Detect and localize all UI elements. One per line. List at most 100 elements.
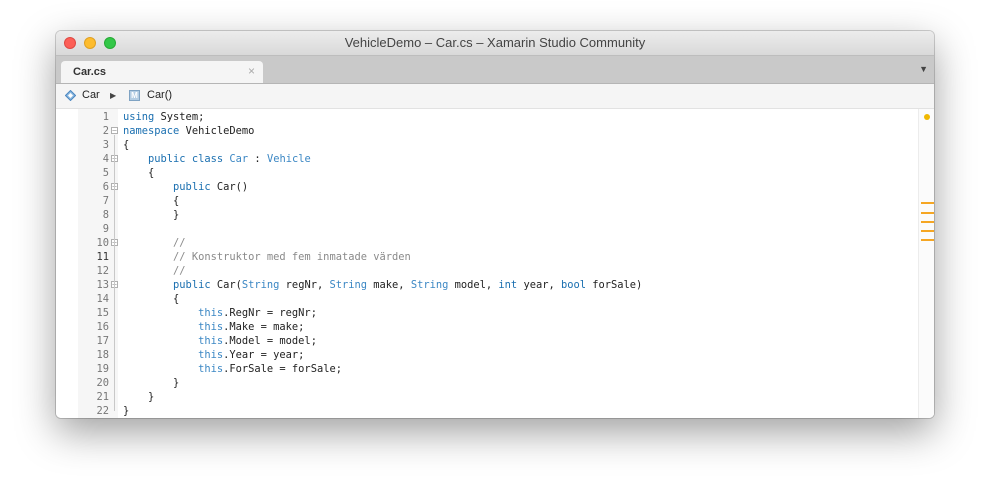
code-token: bool [560,279,587,291]
tab-car-cs[interactable]: Car.cs × [61,61,263,83]
code-line[interactable]: 20 } [56,376,916,390]
code-token: public [173,279,211,291]
code-token: regNr, [279,279,330,291]
code-line[interactable]: 2– namespace VehicleDemo [56,124,916,138]
line-number: 20 [96,377,109,389]
code-line[interactable]: 9 [56,222,916,236]
code-text: public Car(String regNr, String make, St… [123,278,642,292]
code-line[interactable]: 19 this.ForSale = forSale; [56,362,916,376]
code-token: System; [154,111,205,123]
breadcrumb-method[interactable]: Car() [147,89,172,101]
line-number: 4 [102,153,109,165]
line-number: 18 [96,349,109,361]
line-number: 21 [96,391,109,403]
code-token: public [173,181,211,193]
code-token: String [410,279,449,291]
ruler-mark[interactable] [921,202,934,204]
code-text: } [123,404,129,418]
code-text: { [123,166,154,180]
code-token: this [198,349,224,361]
code-token: // Konstruktor med fem inmatade värden [173,251,411,263]
editor-window: VehicleDemo – Car.cs – Xamarin Studio Co… [56,31,934,418]
code-token: namespace [123,125,180,137]
code-line[interactable]: 12 // [56,264,916,278]
code-token: } [123,377,180,389]
line-number: 14 [96,293,109,305]
ruler-mark[interactable] [921,239,934,241]
code-line[interactable]: 18 this.Year = year; [56,348,916,362]
code-line[interactable]: 8 } [56,208,916,222]
ruler-mark[interactable] [921,221,934,223]
fold-toggle-icon[interactable]: – [111,127,118,134]
code-line[interactable]: 16 this.Make = make; [56,320,916,334]
close-tab-icon[interactable]: × [248,64,255,78]
code-token: VehicleDemo [179,125,255,137]
code-line[interactable]: 14 { [56,292,916,306]
line-number: 5 [102,167,109,179]
tab-overflow-dropdown-icon[interactable]: ▼ [919,64,928,74]
code-token: this [198,307,224,319]
code-token: this [198,363,224,375]
code-token: this [198,335,224,347]
code-line[interactable]: 21 } [56,390,916,404]
code-token: } [123,209,180,221]
code-token: make, [367,279,411,291]
line-number: 22 [96,405,109,417]
ruler-mark[interactable] [921,212,934,214]
code-line[interactable]: 3{ [56,138,916,152]
code-line[interactable]: 11 // Konstruktor med fem inmatade värde… [56,250,916,264]
overview-ruler[interactable] [918,109,934,418]
code-text: { [123,292,179,306]
code-token: String [241,279,280,291]
code-text: { [123,194,179,208]
code-token: Vehicle [266,153,311,165]
code-text: namespace VehicleDemo [123,124,254,138]
code-token: String [329,279,368,291]
code-text: } [123,208,179,222]
code-token: Car() [210,181,249,193]
code-text: using System; [123,110,204,124]
tab-label: Car.cs [73,66,107,78]
code-token: .Model = model; [223,335,317,347]
code-token: .Make = make; [223,321,305,333]
code-line[interactable]: 15 this.RegNr = regNr; [56,306,916,320]
code-token: int [498,279,518,291]
line-number: 12 [96,265,109,277]
code-token: this [198,321,224,333]
breadcrumb-class[interactable]: Car [82,89,100,101]
code-token: } [123,405,130,417]
code-token: forSale) [586,279,643,291]
line-number: 7 [102,195,109,207]
breadcrumb: Car ▶ M Car() [56,84,934,109]
code-text: this.Make = make; [123,320,304,334]
code-text: this.Model = model; [123,334,317,348]
title-bar[interactable]: VehicleDemo – Car.cs – Xamarin Studio Co… [56,31,934,56]
code-line[interactable]: 10– // [56,236,916,250]
code-text: // [123,236,186,250]
warning-indicator-icon[interactable] [924,114,930,120]
code-line[interactable]: 6– public Car() [56,180,916,194]
code-line[interactable]: 5 { [56,166,916,180]
code-text: // [123,264,186,278]
code-text: this.ForSale = forSale; [123,362,342,376]
code-line[interactable]: 13– public Car(String regNr, String make… [56,278,916,292]
code-line[interactable]: 4– public class Car : Vehicle [56,152,916,166]
code-editor[interactable]: 1 using System; 2– namespace VehicleDemo 3{4… [56,109,934,418]
code-token: } [123,391,155,403]
code-token: model, [448,279,499,291]
code-line[interactable]: 1 using System; [56,110,916,124]
code-token: year, [517,279,561,291]
code-line[interactable]: 22} [56,404,916,418]
code-line[interactable]: 7 { [56,194,916,208]
code-line[interactable]: 17 this.Model = model; [56,334,916,348]
line-number: 6 [102,181,109,193]
ruler-mark[interactable] [921,230,934,232]
fold-guide [114,247,115,271]
